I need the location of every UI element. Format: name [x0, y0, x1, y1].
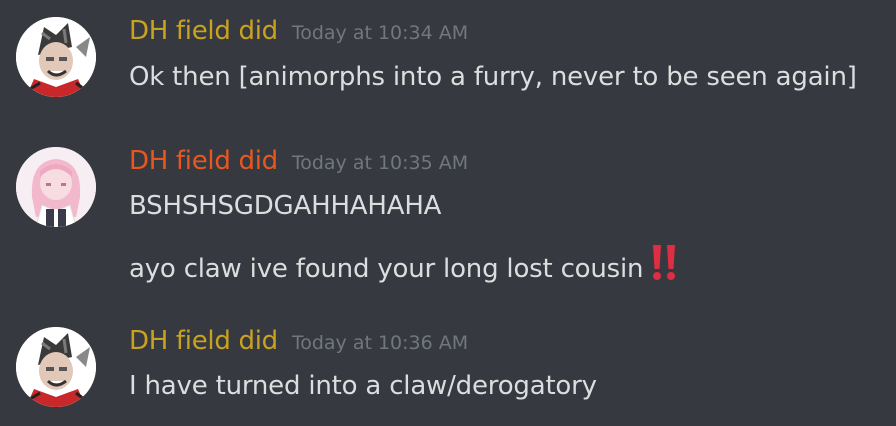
gundham-avatar-icon: [16, 17, 96, 97]
avatar[interactable]: [16, 147, 96, 227]
avatar[interactable]: [16, 327, 96, 407]
message-text-body: ayo claw ive found your long lost cousin: [129, 254, 644, 284]
double-exclamation-icon: [649, 243, 679, 288]
gundham-avatar-icon: [16, 327, 96, 407]
message-header: DH field did Today at 10:34 AM: [129, 16, 468, 46]
pink-hair-avatar-icon: [16, 147, 96, 227]
message-header: DH field did Today at 10:35 AM: [129, 146, 468, 176]
message-group: DH field did Today at 10:36 AM I have tur…: [0, 310, 896, 426]
timestamp: Today at 10:35 AM: [291, 152, 469, 174]
message-text: BSHSHSGDGAHHAHAHA: [129, 191, 442, 221]
message-text: I have turned into a claw/derogatory: [129, 371, 597, 401]
username[interactable]: DH field did: [129, 16, 278, 46]
message-text: ayo claw ive found your long lost cousin: [129, 243, 679, 288]
timestamp: Today at 10:36 AM: [291, 332, 469, 354]
username[interactable]: DH field did: [129, 146, 278, 176]
message-group: DH field did Today at 10:35 AM BSHSHSGDGA…: [0, 130, 896, 300]
chat-log: DH field did Today at 10:34 AM Ok then [a…: [0, 0, 896, 426]
timestamp: Today at 10:34 AM: [291, 22, 469, 44]
message-header: DH field did Today at 10:36 AM: [129, 326, 468, 356]
message-group: DH field did Today at 10:34 AM Ok then [a…: [0, 0, 896, 120]
username[interactable]: DH field did: [129, 326, 278, 356]
message-text: Ok then [animorphs into a furry, never t…: [129, 62, 857, 92]
avatar[interactable]: [16, 17, 96, 97]
